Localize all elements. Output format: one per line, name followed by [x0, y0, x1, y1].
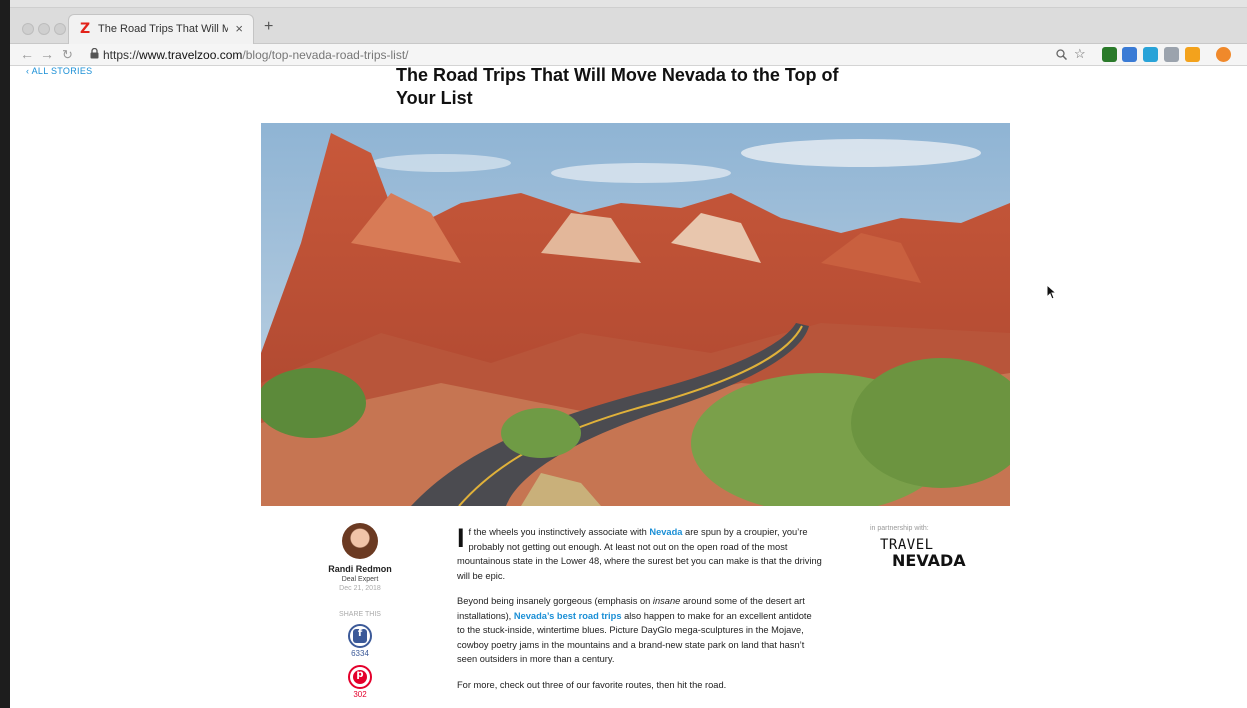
reload-icon[interactable]: ↻: [62, 47, 73, 63]
nevada-link[interactable]: Nevada: [649, 527, 682, 537]
screen-edge: [0, 0, 10, 708]
paragraph-3: For more, check out three of our favorit…: [457, 679, 727, 690]
new-tab-button[interactable]: +: [264, 18, 273, 36]
url-path: /blog/top-nevada-road-trips-list/: [242, 48, 409, 62]
facebook-share-count: 6334: [351, 649, 369, 658]
pinterest-share-count: 302: [353, 690, 367, 699]
bookmark-star-icon[interactable]: ☆: [1074, 46, 1086, 62]
extension-icon-4[interactable]: [1164, 47, 1179, 62]
hero-image: [261, 123, 1010, 506]
paragraph-2: Beyond being insanely gorgeous (emphasis…: [457, 594, 822, 667]
publish-date: Dec 21, 2018: [339, 585, 381, 592]
browser-toolbar: ← → ↻ https://www.travelzoo.com/blog/top…: [10, 44, 1247, 66]
close-window-button[interactable]: [22, 23, 34, 35]
partner-label: in partnership with:: [870, 525, 929, 532]
drop-cap: I: [457, 523, 465, 553]
p2-text-a: Beyond being insanely gorgeous (emphasis…: [457, 596, 653, 606]
lock-icon: [90, 48, 99, 59]
minimize-window-button[interactable]: [38, 23, 50, 35]
back-icon[interactable]: ←: [20, 46, 34, 62]
share-label: SHARE THIS: [339, 611, 381, 618]
author-role: Deal Expert: [341, 576, 379, 583]
logo-line-2: NEVADA: [892, 551, 966, 570]
extension-icon-1[interactable]: [1102, 47, 1117, 62]
author-avatar[interactable]: [342, 523, 378, 559]
address-bar[interactable]: https://www.travelzoo.com/blog/top-nevad…: [103, 48, 408, 62]
author-name[interactable]: Randi Redmon: [310, 564, 410, 574]
travelzoo-favicon-icon: Z: [80, 21, 91, 37]
all-stories-link[interactable]: ‹ ALL STORIES: [26, 66, 92, 76]
pinterest-share-button[interactable]: p: [348, 665, 372, 689]
all-stories-label: ALL STORIES: [31, 66, 93, 76]
paragraph-1: If the wheels you instinctively associat…: [457, 525, 822, 583]
extension-icon-2[interactable]: [1122, 47, 1137, 62]
forward-icon[interactable]: →: [40, 46, 54, 62]
url-scheme: https://: [103, 48, 140, 62]
p1-text-a: f the wheels you instinctively associate…: [468, 527, 650, 537]
browser-window: Z The Road Trips That Will Move × + ← → …: [10, 0, 1247, 708]
tab-title: The Road Trips That Will Move: [98, 23, 228, 35]
article-title: The Road Trips That Will Move Nevada to …: [396, 65, 839, 108]
logo-line-1: TRAVEL: [880, 537, 934, 553]
facebook-share-button[interactable]: f: [348, 624, 372, 648]
mouse-cursor-icon: [1046, 284, 1058, 300]
facebook-glyph: f: [357, 628, 363, 639]
travel-nevada-logo[interactable]: TRAVEL NEVADA: [870, 538, 970, 569]
partner-block: in partnership with: TRAVEL NEVADA: [870, 525, 970, 569]
mac-menubar: [10, 0, 1247, 8]
tab-strip: Z The Road Trips That Will Move × +: [10, 8, 1247, 44]
extension-icon-5[interactable]: [1185, 47, 1200, 62]
zoom-window-button[interactable]: [54, 23, 66, 35]
browser-tab[interactable]: Z The Road Trips That Will Move ×: [68, 14, 254, 44]
tab-close-icon[interactable]: ×: [235, 21, 243, 36]
p2-emphasis: insane: [652, 596, 681, 606]
nevada-road-trips-link[interactable]: Nevada’s best road trips: [514, 611, 622, 621]
extension-icon-3[interactable]: [1143, 47, 1158, 62]
profile-avatar-icon[interactable]: [1216, 47, 1231, 62]
article-body: If the wheels you instinctively associat…: [457, 525, 822, 703]
pinterest-glyph: p: [356, 669, 364, 680]
url-host: www.travelzoo.com: [139, 48, 243, 62]
zoom-icon[interactable]: [1056, 49, 1067, 60]
author-block: Randi Redmon Deal Expert Dec 21, 2018 SH…: [310, 523, 410, 699]
